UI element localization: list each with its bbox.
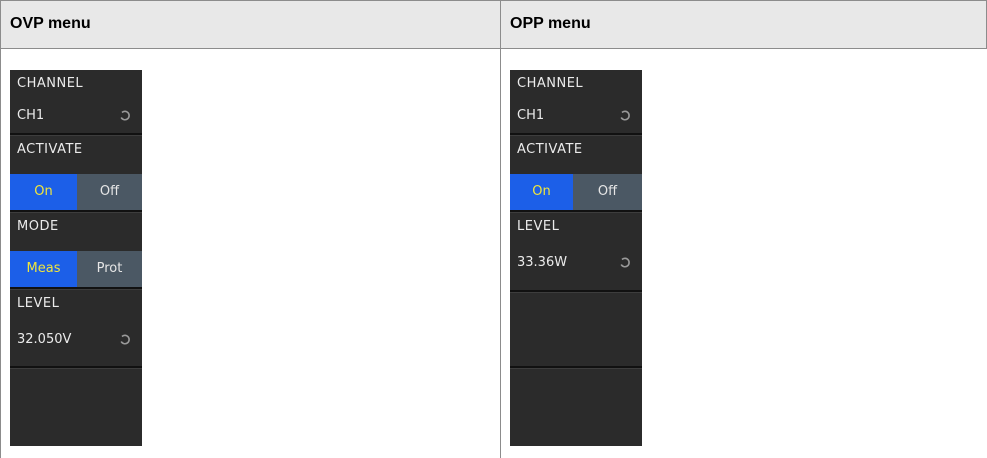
menu-comparison-table: OVP menu OPP menu CHANNEL CH1 ACTIVATE O…	[0, 0, 987, 458]
ovp-menu-header: OVP menu	[10, 15, 91, 32]
channel-label: CHANNEL	[517, 76, 584, 91]
opp-menu-panel: CHANNEL CH1 ACTIVATE On Off LEVEL 33.36W	[510, 70, 642, 446]
activate-off-button[interactable]: Off	[573, 174, 642, 210]
rotary-knob-icon	[620, 110, 630, 121]
section-divider	[510, 290, 642, 293]
channel-value-text: CH1	[517, 108, 545, 123]
activate-label: ACTIVATE	[517, 142, 583, 157]
activate-off-button[interactable]: Off	[77, 174, 142, 210]
table-column-divider	[500, 0, 501, 458]
level-value[interactable]: 33.36W	[510, 245, 642, 280]
activate-label: ACTIVATE	[17, 142, 83, 157]
table-left-border	[0, 0, 1, 458]
channel-value-text: CH1	[17, 108, 45, 123]
opp-menu-header: OPP menu	[510, 15, 591, 32]
mode-prot-button[interactable]: Prot	[77, 251, 142, 287]
rotary-knob-icon	[120, 334, 130, 345]
section-divider	[10, 366, 142, 369]
ovp-menu-panel: CHANNEL CH1 ACTIVATE On Off MODE Meas Pr…	[10, 70, 142, 446]
activate-on-button[interactable]: On	[10, 174, 77, 210]
channel-value[interactable]: CH1	[10, 98, 142, 133]
level-label: LEVEL	[17, 296, 60, 311]
level-value-text: 32.050V	[17, 332, 72, 347]
level-label: LEVEL	[517, 219, 560, 234]
rotary-knob-icon	[120, 110, 130, 121]
activate-on-button[interactable]: On	[510, 174, 573, 210]
section-divider	[510, 366, 642, 369]
channel-label: CHANNEL	[17, 76, 84, 91]
mode-meas-button[interactable]: Meas	[10, 251, 77, 287]
level-value-text: 33.36W	[517, 255, 568, 270]
mode-label: MODE	[17, 219, 59, 234]
rotary-knob-icon	[620, 257, 630, 268]
channel-value[interactable]: CH1	[510, 98, 642, 133]
level-value[interactable]: 32.050V	[10, 322, 142, 357]
